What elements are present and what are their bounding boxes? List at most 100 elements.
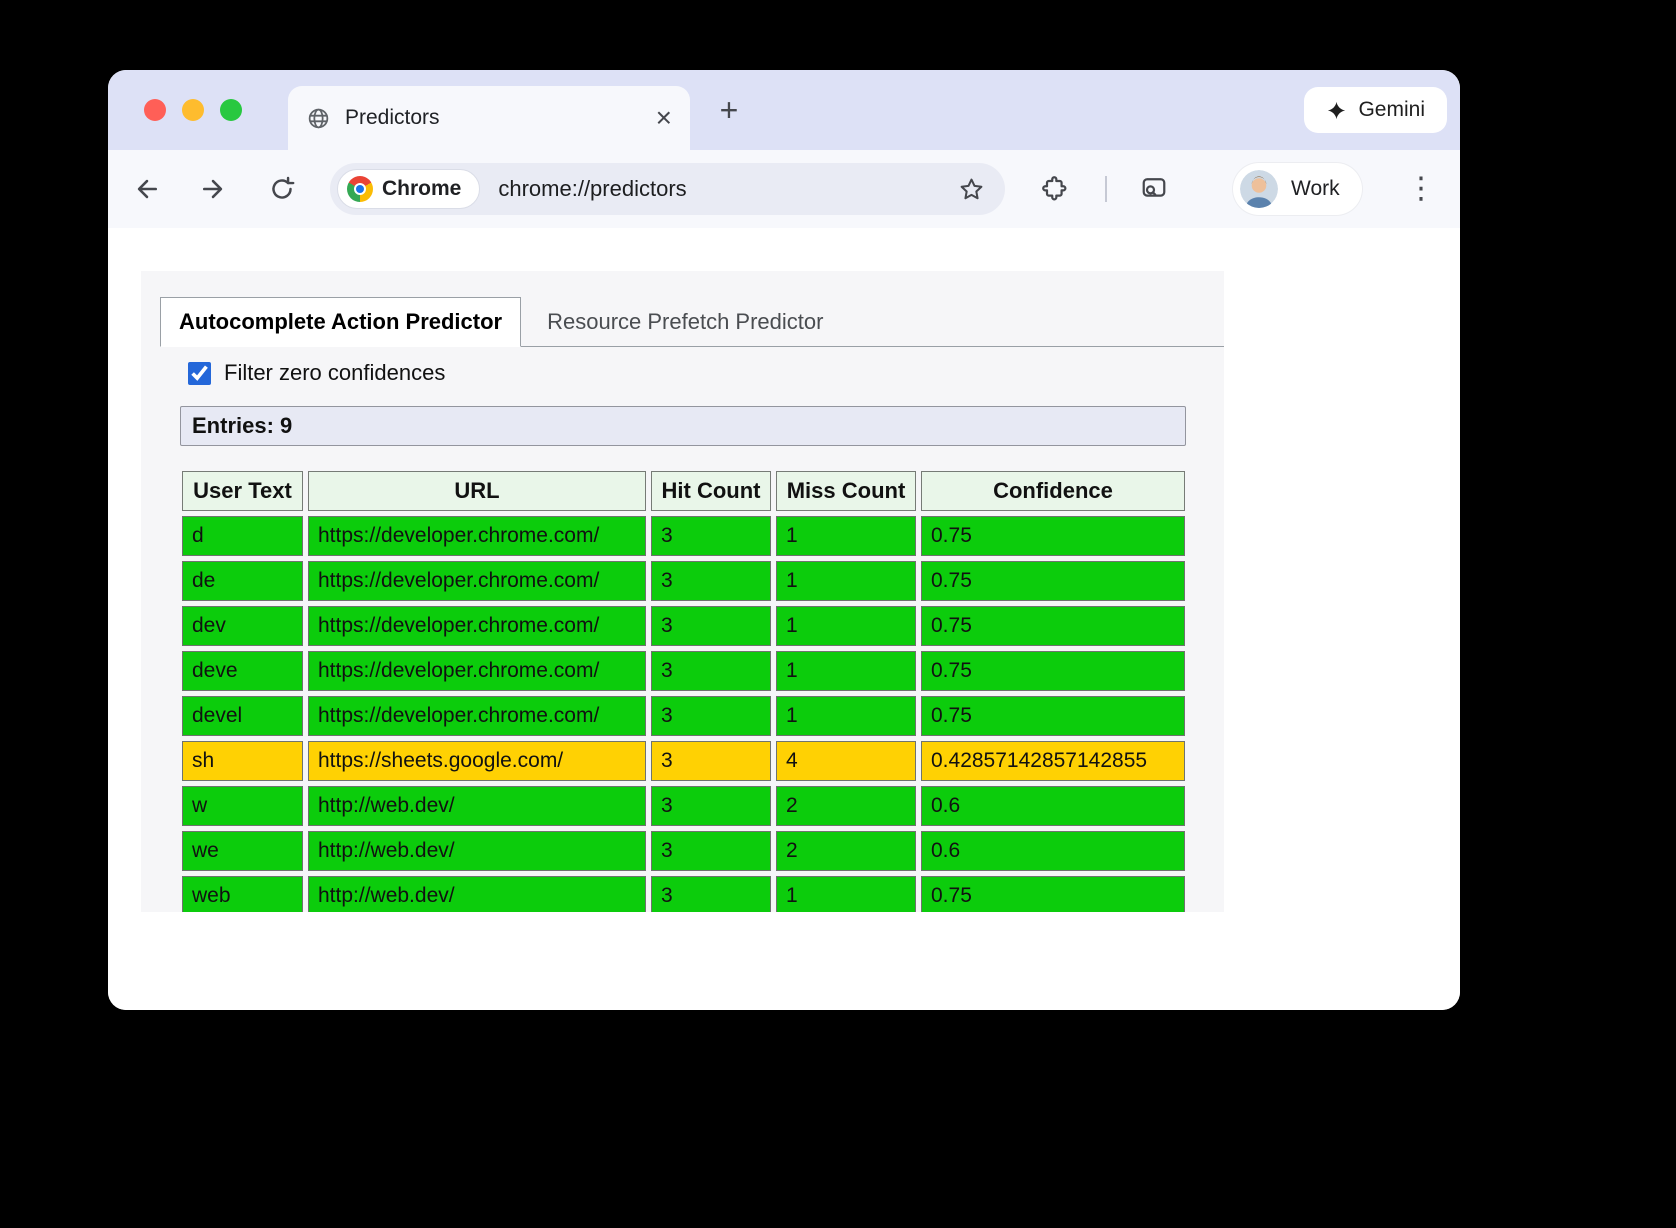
url-text[interactable]: chrome://predictors [498, 176, 686, 202]
cell-url: https://sheets.google.com/ [308, 741, 646, 781]
cell-user-text: w [182, 786, 303, 826]
cell-confidence: 0.75 [921, 651, 1185, 691]
close-window-button[interactable] [144, 99, 166, 121]
window-controls [144, 99, 242, 121]
tab-resource-prefetch-predictor[interactable]: Resource Prefetch Predictor [521, 298, 849, 346]
table-row: devhttps://developer.chrome.com/310.75 [182, 606, 1185, 646]
browser-toolbar: Chrome chrome://predictors [108, 150, 1460, 228]
cell-confidence: 0.6 [921, 831, 1185, 871]
browser-menu-icon[interactable]: ⋮ [1407, 173, 1435, 205]
reload-button[interactable] [268, 175, 296, 203]
gemini-button[interactable]: Gemini [1304, 87, 1447, 133]
tab-autocomplete-action-predictor[interactable]: Autocomplete Action Predictor [160, 297, 521, 347]
table-row: wehttp://web.dev/320.6 [182, 831, 1185, 871]
cell-url: https://developer.chrome.com/ [308, 516, 646, 556]
browser-window: Predictors × + Gemini [108, 70, 1460, 1010]
cell-user-text: web [182, 876, 303, 912]
minimize-window-button[interactable] [182, 99, 204, 121]
cell-user-text: sh [182, 741, 303, 781]
filter-checkbox[interactable] [188, 362, 211, 385]
cell-hit-count: 3 [651, 876, 771, 912]
predictors-page: Autocomplete Action Predictor Resource P… [141, 271, 1224, 912]
cell-user-text: deve [182, 651, 303, 691]
cell-miss-count: 2 [776, 831, 916, 871]
table-row: shhttps://sheets.google.com/340.42857142… [182, 741, 1185, 781]
cell-confidence: 0.75 [921, 606, 1185, 646]
table-header-row: User Text URL Hit Count Miss Count Confi… [182, 471, 1185, 511]
table-row: whttp://web.dev/320.6 [182, 786, 1185, 826]
cell-miss-count: 1 [776, 516, 916, 556]
cell-miss-count: 2 [776, 786, 916, 826]
table-row: develhttps://developer.chrome.com/310.75 [182, 696, 1185, 736]
header-confidence: Confidence [921, 471, 1185, 511]
chrome-logo-icon [347, 176, 373, 202]
table-row: dhttps://developer.chrome.com/310.75 [182, 516, 1185, 556]
cell-hit-count: 3 [651, 651, 771, 691]
address-bar[interactable]: Chrome chrome://predictors [330, 163, 1005, 215]
profile-label: Work [1291, 177, 1340, 201]
cell-hit-count: 3 [651, 606, 771, 646]
extensions-icon[interactable] [1040, 174, 1068, 202]
cell-user-text: d [182, 516, 303, 556]
zoom-window-button[interactable] [220, 99, 242, 121]
filter-label[interactable]: Filter zero confidences [224, 360, 445, 386]
cell-miss-count: 1 [776, 876, 916, 912]
tab-title: Predictors [345, 106, 440, 130]
cell-confidence: 0.42857142857142855 [921, 741, 1185, 781]
new-tab-button[interactable]: + [713, 94, 745, 126]
cell-miss-count: 1 [776, 561, 916, 601]
cell-confidence: 0.75 [921, 516, 1185, 556]
chrome-badge-label: Chrome [382, 177, 461, 201]
table-row: webhttp://web.dev/310.75 [182, 876, 1185, 912]
cell-url: https://developer.chrome.com/ [308, 651, 646, 691]
header-user-text: User Text [182, 471, 303, 511]
side-panel-search-icon[interactable] [1140, 174, 1168, 202]
cell-confidence: 0.75 [921, 696, 1185, 736]
gemini-label: Gemini [1358, 98, 1425, 122]
sparkle-icon [1326, 100, 1347, 121]
tab-close-icon[interactable]: × [656, 104, 672, 132]
predictor-table-body: dhttps://developer.chrome.com/310.75deht… [182, 516, 1185, 912]
cell-user-text: we [182, 831, 303, 871]
cell-hit-count: 3 [651, 741, 771, 781]
tab-strip: Predictors × + Gemini [108, 70, 1460, 150]
cell-hit-count: 3 [651, 516, 771, 556]
cell-url: https://developer.chrome.com/ [308, 606, 646, 646]
back-button[interactable] [133, 175, 161, 203]
cell-url: http://web.dev/ [308, 876, 646, 912]
forward-button[interactable] [199, 175, 227, 203]
browser-tab-predictors[interactable]: Predictors × [288, 86, 690, 150]
cell-url: https://developer.chrome.com/ [308, 561, 646, 601]
cell-user-text: devel [182, 696, 303, 736]
predictor-tabs: Autocomplete Action Predictor Resource P… [160, 297, 1224, 347]
header-url: URL [308, 471, 646, 511]
cell-miss-count: 1 [776, 606, 916, 646]
globe-favicon-icon [306, 106, 331, 131]
chrome-search-badge[interactable]: Chrome [337, 169, 480, 209]
page-content: Autocomplete Action Predictor Resource P… [108, 228, 1460, 1010]
cell-hit-count: 3 [651, 831, 771, 871]
toolbar-divider [1105, 176, 1107, 202]
header-hit-count: Hit Count [651, 471, 771, 511]
cell-hit-count: 3 [651, 561, 771, 601]
cell-url: http://web.dev/ [308, 786, 646, 826]
header-miss-count: Miss Count [776, 471, 916, 511]
cell-confidence: 0.75 [921, 561, 1185, 601]
cell-url: https://developer.chrome.com/ [308, 696, 646, 736]
cell-user-text: dev [182, 606, 303, 646]
cell-hit-count: 3 [651, 696, 771, 736]
cell-miss-count: 4 [776, 741, 916, 781]
cell-hit-count: 3 [651, 786, 771, 826]
profile-chip[interactable]: Work [1233, 163, 1362, 215]
cell-user-text: de [182, 561, 303, 601]
entries-bar: Entries: 9 [180, 406, 1186, 446]
cell-url: http://web.dev/ [308, 831, 646, 871]
cell-miss-count: 1 [776, 651, 916, 691]
table-row: dehttps://developer.chrome.com/310.75 [182, 561, 1185, 601]
bookmark-star-icon[interactable] [958, 176, 985, 203]
table-row: devehttps://developer.chrome.com/310.75 [182, 651, 1185, 691]
cell-confidence: 0.6 [921, 786, 1185, 826]
filter-row: Filter zero confidences [188, 360, 1224, 386]
profile-avatar [1240, 170, 1278, 208]
cell-confidence: 0.75 [921, 876, 1185, 912]
